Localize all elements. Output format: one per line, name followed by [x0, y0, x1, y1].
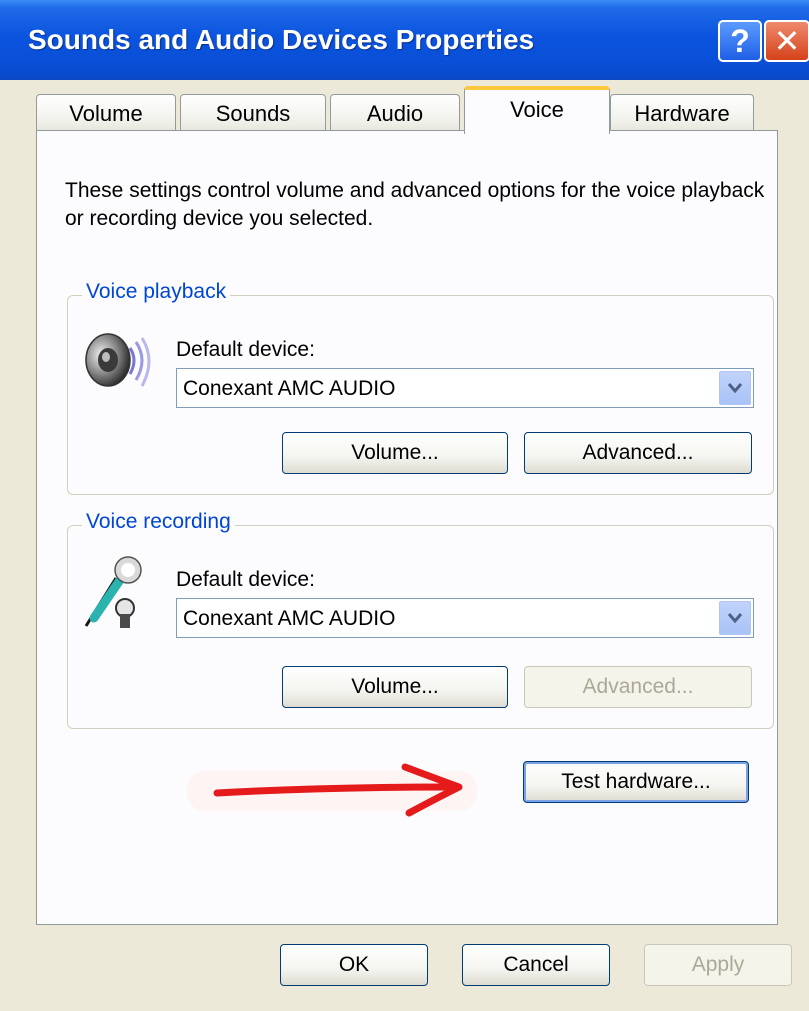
playback-volume-button[interactable]: Volume... — [282, 432, 508, 474]
playback-device-select[interactable]: Conexant AMC AUDIO — [176, 368, 754, 408]
chevron-down-icon[interactable] — [719, 371, 751, 405]
test-hardware-button[interactable]: Test hardware... — [523, 761, 749, 803]
recording-default-label: Default device: — [176, 568, 315, 591]
help-button[interactable]: ? — [718, 20, 762, 62]
playback-advanced-button[interactable]: Advanced... — [524, 432, 752, 474]
chevron-down-icon[interactable] — [719, 601, 751, 635]
speaker-icon — [85, 333, 151, 387]
microphone-icon — [84, 556, 142, 628]
tab-sounds[interactable]: Sounds — [180, 94, 326, 134]
cancel-button[interactable]: Cancel — [462, 944, 610, 986]
ok-button[interactable]: OK — [280, 944, 428, 986]
annotation-arrow-icon — [187, 763, 477, 817]
tab-strip: Volume Sounds Audio Voice Hardware — [36, 86, 776, 134]
properties-dialog: Sounds and Audio Devices Properties ? ✕ … — [0, 0, 809, 1011]
voice-tab-panel: These settings control volume and advanc… — [36, 130, 778, 925]
window-title: Sounds and Audio Devices Properties — [28, 24, 535, 55]
recording-device-select[interactable]: Conexant AMC AUDIO — [176, 598, 754, 638]
tab-audio[interactable]: Audio — [330, 94, 460, 134]
recording-advanced-button[interactable]: Advanced... — [524, 666, 752, 708]
voice-playback-group: Voice playback Default device: Conexant … — [67, 280, 774, 495]
voice-recording-group: Voice recording Default device: Conexant… — [67, 510, 774, 729]
voice-playback-title: Voice playback — [82, 280, 231, 304]
description-text: These settings control volume and advanc… — [65, 179, 765, 230]
tab-hardware[interactable]: Hardware — [610, 94, 754, 134]
tab-volume[interactable]: Volume — [36, 94, 176, 134]
playback-device-value: Conexant AMC AUDIO — [183, 377, 396, 400]
title-bar[interactable]: Sounds and Audio Devices Properties ? ✕ — [0, 0, 809, 80]
tab-voice[interactable]: Voice — [464, 86, 610, 134]
recording-device-value: Conexant AMC AUDIO — [183, 607, 396, 630]
recording-volume-button[interactable]: Volume... — [282, 666, 508, 708]
close-button[interactable]: ✕ — [764, 20, 809, 62]
apply-button[interactable]: Apply — [644, 944, 792, 986]
voice-recording-title: Voice recording — [82, 510, 235, 534]
playback-default-label: Default device: — [176, 338, 315, 361]
